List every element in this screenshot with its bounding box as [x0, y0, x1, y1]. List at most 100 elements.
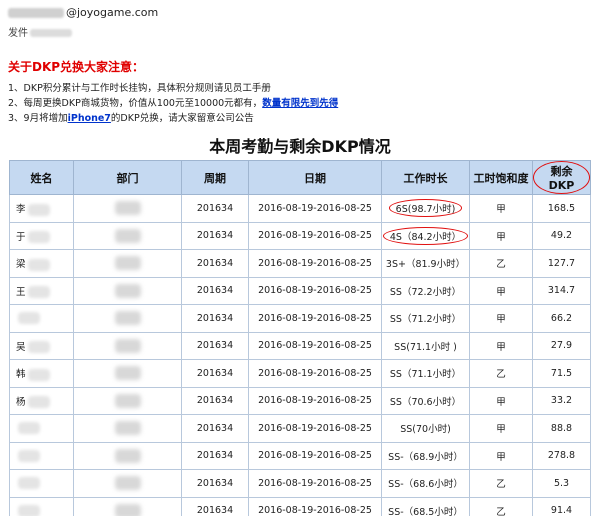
cell-period: 201634 — [181, 221, 249, 250]
cell-date: 2016-08-19-2016-08-25 — [248, 221, 382, 250]
cell-dkp-text: 5.3 — [553, 477, 570, 489]
cell-period: 201634 — [181, 469, 249, 498]
cell-hours-text: SS(71.1小时 ) — [394, 341, 457, 353]
notice-item-3-suffix: 的DKP兑换，请大家留意公司公告 — [110, 113, 254, 124]
cell-date-text: 2016-08-19-2016-08-25 — [258, 257, 372, 269]
cell-dkp-text: 91.4 — [550, 505, 573, 516]
cell-period-text: 201634 — [196, 340, 234, 352]
from-address[interactable]: @joyogame.com — [8, 6, 158, 19]
cell-date: 2016-08-19-2016-08-25 — [248, 386, 382, 415]
header-name: 姓名 — [9, 160, 74, 195]
cell-saturation: 甲 — [469, 441, 533, 470]
cell-hours: SS（72.2小时） — [381, 276, 470, 305]
cell-dkp: 278.8 — [532, 441, 591, 470]
cell-period-text: 201634 — [196, 312, 234, 324]
cell-dkp-text: 127.7 — [547, 257, 576, 269]
notice-item-3-prefix: 3、9月将增加 — [8, 113, 68, 124]
cell-saturation: 甲 — [469, 331, 533, 360]
cell-date-text: 2016-08-19-2016-08-25 — [258, 477, 372, 489]
cell-dkp: 71.5 — [532, 359, 591, 388]
cell-saturation-text: 乙 — [496, 479, 506, 491]
header-hours: 工作时长 — [381, 160, 470, 195]
table-row: 201634 2016-08-19-2016-08-25 SS（71.2小时） 甲 66… — [9, 304, 591, 333]
table-row: 201634 2016-08-19-2016-08-25 SS(70小时) 甲 88.8 — [9, 414, 591, 443]
name-redacted — [27, 203, 50, 216]
cell-saturation-text: 乙 — [496, 369, 506, 381]
cell-date-text: 2016-08-19-2016-08-25 — [258, 422, 372, 434]
cell-date: 2016-08-19-2016-08-25 — [248, 496, 382, 516]
name-redacted — [18, 449, 40, 462]
sender-line: 发件 — [8, 24, 72, 39]
cell-date: 2016-08-19-2016-08-25 — [248, 276, 382, 305]
dept-redacted — [114, 448, 141, 463]
cell-period-text: 201634 — [196, 505, 234, 516]
cell-hours-text: SS（72.2小时） — [389, 286, 462, 298]
cell-date: 2016-08-19-2016-08-25 — [248, 249, 382, 278]
cell-name: 杨 — [9, 386, 74, 415]
cell-dkp: 127.7 — [532, 249, 591, 278]
cell-saturation-text: 甲 — [496, 424, 506, 436]
cell-saturation-text: 乙 — [496, 259, 506, 271]
header-dept: 部门 — [73, 160, 182, 195]
table-row: 于 201634 2016-08-19-2016-08-25 4S（84.2小时） 甲 4… — [9, 221, 591, 250]
cell-period: 201634 — [181, 441, 249, 470]
from-domain: @joyogame.com — [66, 6, 159, 19]
cell-name — [9, 414, 74, 443]
cell-hours-text: SS(70小时) — [400, 424, 451, 436]
name-redacted — [18, 477, 40, 490]
cell-date: 2016-08-19-2016-08-25 — [248, 359, 382, 388]
cell-dkp: 5.3 — [532, 469, 591, 498]
cell-hours-text: 3S+（81.9小时） — [385, 259, 466, 271]
cell-period-text: 201634 — [196, 285, 234, 297]
cell-period: 201634 — [181, 276, 249, 305]
dkp-table: 姓名 部门 周期 日期 工作时长 工时饱和度 剩余DKP 李 201634 2016… — [9, 160, 591, 516]
cell-hours-text: SS（71.1小时） — [389, 369, 462, 381]
header-dkp-circled: 剩余DKP — [533, 161, 590, 194]
cell-date-text: 2016-08-19-2016-08-25 — [258, 395, 372, 407]
cell-dept — [73, 331, 182, 360]
table-row: 201634 2016-08-19-2016-08-25 SS-（68.5小时） 乙 9… — [9, 496, 591, 516]
cell-hours: SS（70.6小时） — [381, 386, 470, 415]
cell-saturation-text: 甲 — [496, 451, 506, 463]
cell-saturation: 甲 — [469, 414, 533, 443]
cell-dkp-text: 49.2 — [550, 230, 573, 242]
cell-period-text: 201634 — [196, 450, 234, 462]
table-row: 201634 2016-08-19-2016-08-25 SS-（68.6小时） 乙 5… — [9, 469, 591, 498]
cell-period: 201634 — [181, 359, 249, 388]
cell-dept — [73, 304, 182, 333]
cell-name: 吴 — [9, 331, 74, 360]
cell-saturation-text: 甲 — [496, 204, 506, 216]
table-header-row: 姓名 部门 周期 日期 工作时长 工时饱和度 剩余DKP — [9, 160, 591, 195]
header-dkp: 剩余DKP — [532, 160, 591, 195]
cell-date: 2016-08-19-2016-08-25 — [248, 414, 382, 443]
dept-redacted — [114, 366, 141, 381]
cell-saturation: 乙 — [469, 359, 533, 388]
cell-saturation-text: 甲 — [496, 286, 506, 298]
cell-date-text: 2016-08-19-2016-08-25 — [258, 505, 372, 516]
cell-date: 2016-08-19-2016-08-25 — [248, 194, 382, 223]
cell-name — [9, 441, 74, 470]
name-redacted — [27, 258, 50, 271]
cell-date-text: 2016-08-19-2016-08-25 — [258, 340, 372, 352]
cell-date-text: 2016-08-19-2016-08-25 — [258, 367, 372, 379]
notice-link-iphone7[interactable]: iPhone7 — [68, 113, 111, 124]
dept-redacted — [114, 311, 141, 326]
notice-item-2-text: 2、每周更换DKP商城货物，价值从100元至10000元都有， — [8, 98, 263, 109]
notice-link-first-come[interactable]: 数量有限先到先得 — [262, 98, 338, 109]
cell-dkp: 27.9 — [532, 331, 591, 360]
table-row: 王 201634 2016-08-19-2016-08-25 SS（72.2小时） 甲 3… — [9, 276, 591, 305]
cell-date-text: 2016-08-19-2016-08-25 — [258, 312, 372, 324]
dept-redacted — [114, 476, 141, 491]
dept-redacted — [114, 228, 141, 243]
notice-item-1: 1、DKP积分累计与工作时长挂钩，具体积分规则请见员工手册 — [8, 83, 271, 94]
cell-name: 于 — [9, 221, 74, 250]
cell-hours-text: SS-（68.6小时） — [388, 479, 463, 491]
cell-hours: SS（71.2小时） — [381, 304, 470, 333]
cell-saturation: 乙 — [469, 496, 533, 516]
cell-dkp-text: 33.2 — [550, 395, 573, 407]
cell-dept — [73, 469, 182, 498]
cell-saturation: 甲 — [469, 221, 533, 250]
header-date: 日期 — [248, 160, 382, 195]
cell-date: 2016-08-19-2016-08-25 — [248, 469, 382, 498]
cell-dkp-text: 314.7 — [547, 285, 576, 297]
